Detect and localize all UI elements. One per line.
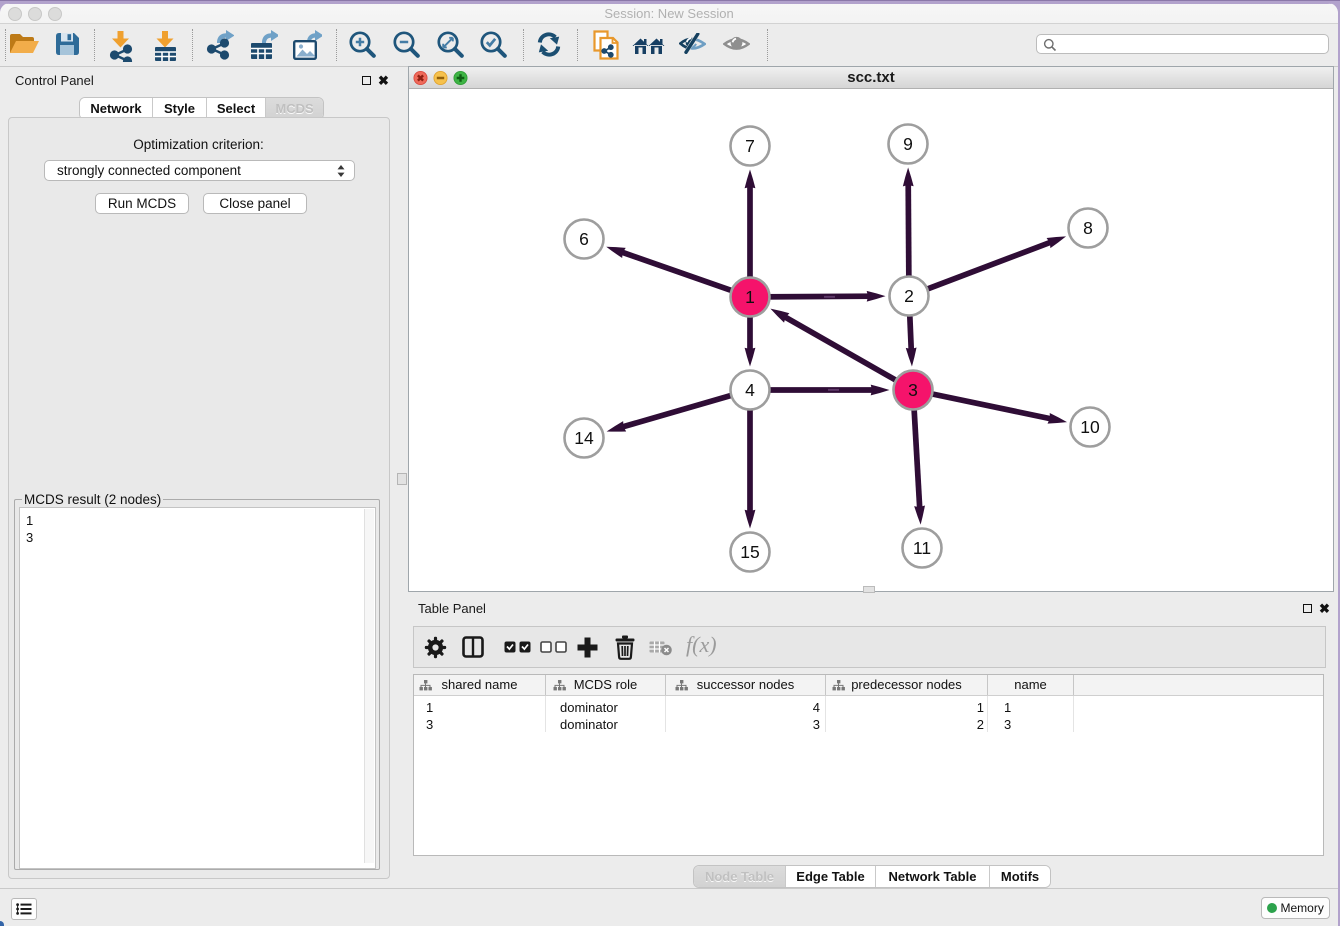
svg-text:10: 10 [1080, 417, 1100, 437]
svg-text:1: 1 [745, 287, 755, 307]
svg-text:8: 8 [1083, 218, 1093, 238]
svg-text:4: 4 [745, 380, 755, 400]
svg-text:14: 14 [574, 428, 594, 448]
svg-text:9: 9 [903, 134, 913, 154]
svg-text:2: 2 [904, 286, 914, 306]
svg-text:15: 15 [740, 542, 759, 562]
svg-text:3: 3 [908, 380, 918, 400]
svg-text:7: 7 [745, 136, 755, 156]
svg-text:6: 6 [579, 229, 589, 249]
svg-text:11: 11 [913, 538, 931, 558]
